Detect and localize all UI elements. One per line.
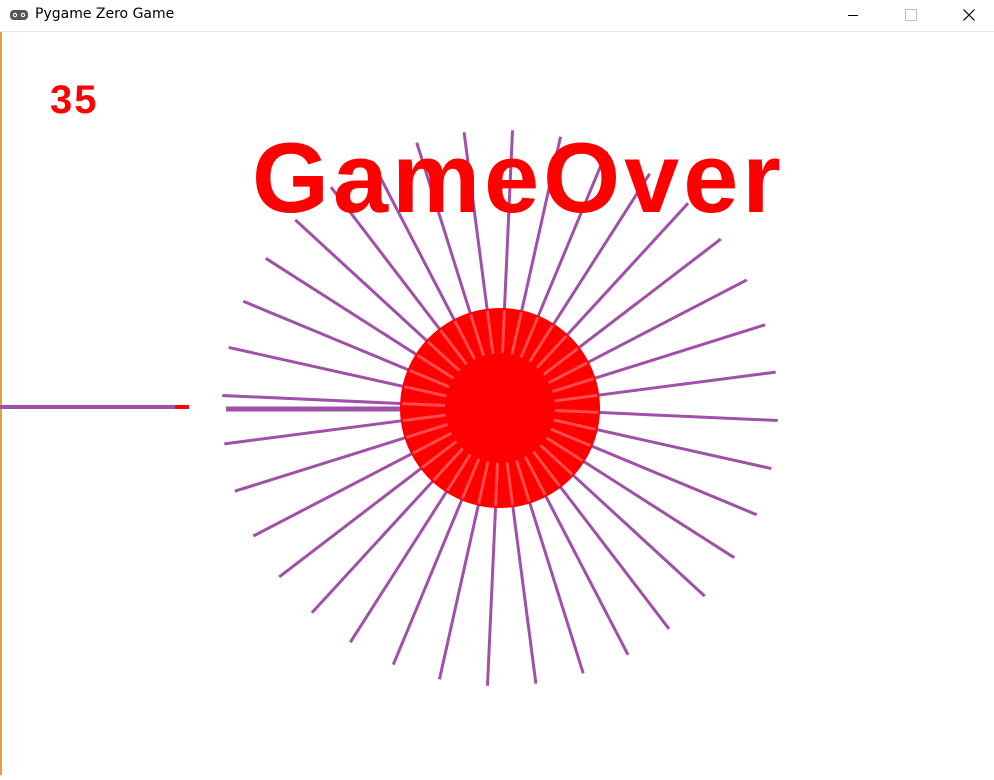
needle-inner-segment <box>402 402 446 408</box>
close-button[interactable] <box>946 0 992 30</box>
needle-inner-segment <box>500 310 506 354</box>
window-title: Pygame Zero Game <box>35 6 175 22</box>
close-icon <box>963 9 975 21</box>
target-ball <box>400 308 600 508</box>
window-titlebar[interactable]: Pygame Zero Game <box>0 0 994 32</box>
maximize-button[interactable] <box>888 0 934 30</box>
needle-inner-segment <box>494 462 500 506</box>
minimize-icon <box>848 15 858 16</box>
game-over-message: GameOver <box>252 122 785 233</box>
minimize-button[interactable] <box>830 0 876 30</box>
score-display: 35 <box>50 78 99 122</box>
needle-inner-segment <box>554 408 598 414</box>
maximize-icon <box>905 9 917 21</box>
gamepad-icon <box>9 8 29 27</box>
